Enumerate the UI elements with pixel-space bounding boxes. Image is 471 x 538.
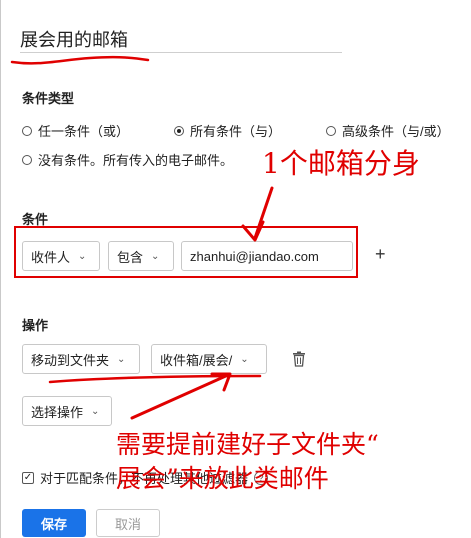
annotation-underline-title (10, 55, 150, 65)
annotation-strokes (10, 55, 274, 420)
annotation-arrow-alias (253, 186, 274, 240)
annotation-arrow-folder (130, 373, 230, 420)
